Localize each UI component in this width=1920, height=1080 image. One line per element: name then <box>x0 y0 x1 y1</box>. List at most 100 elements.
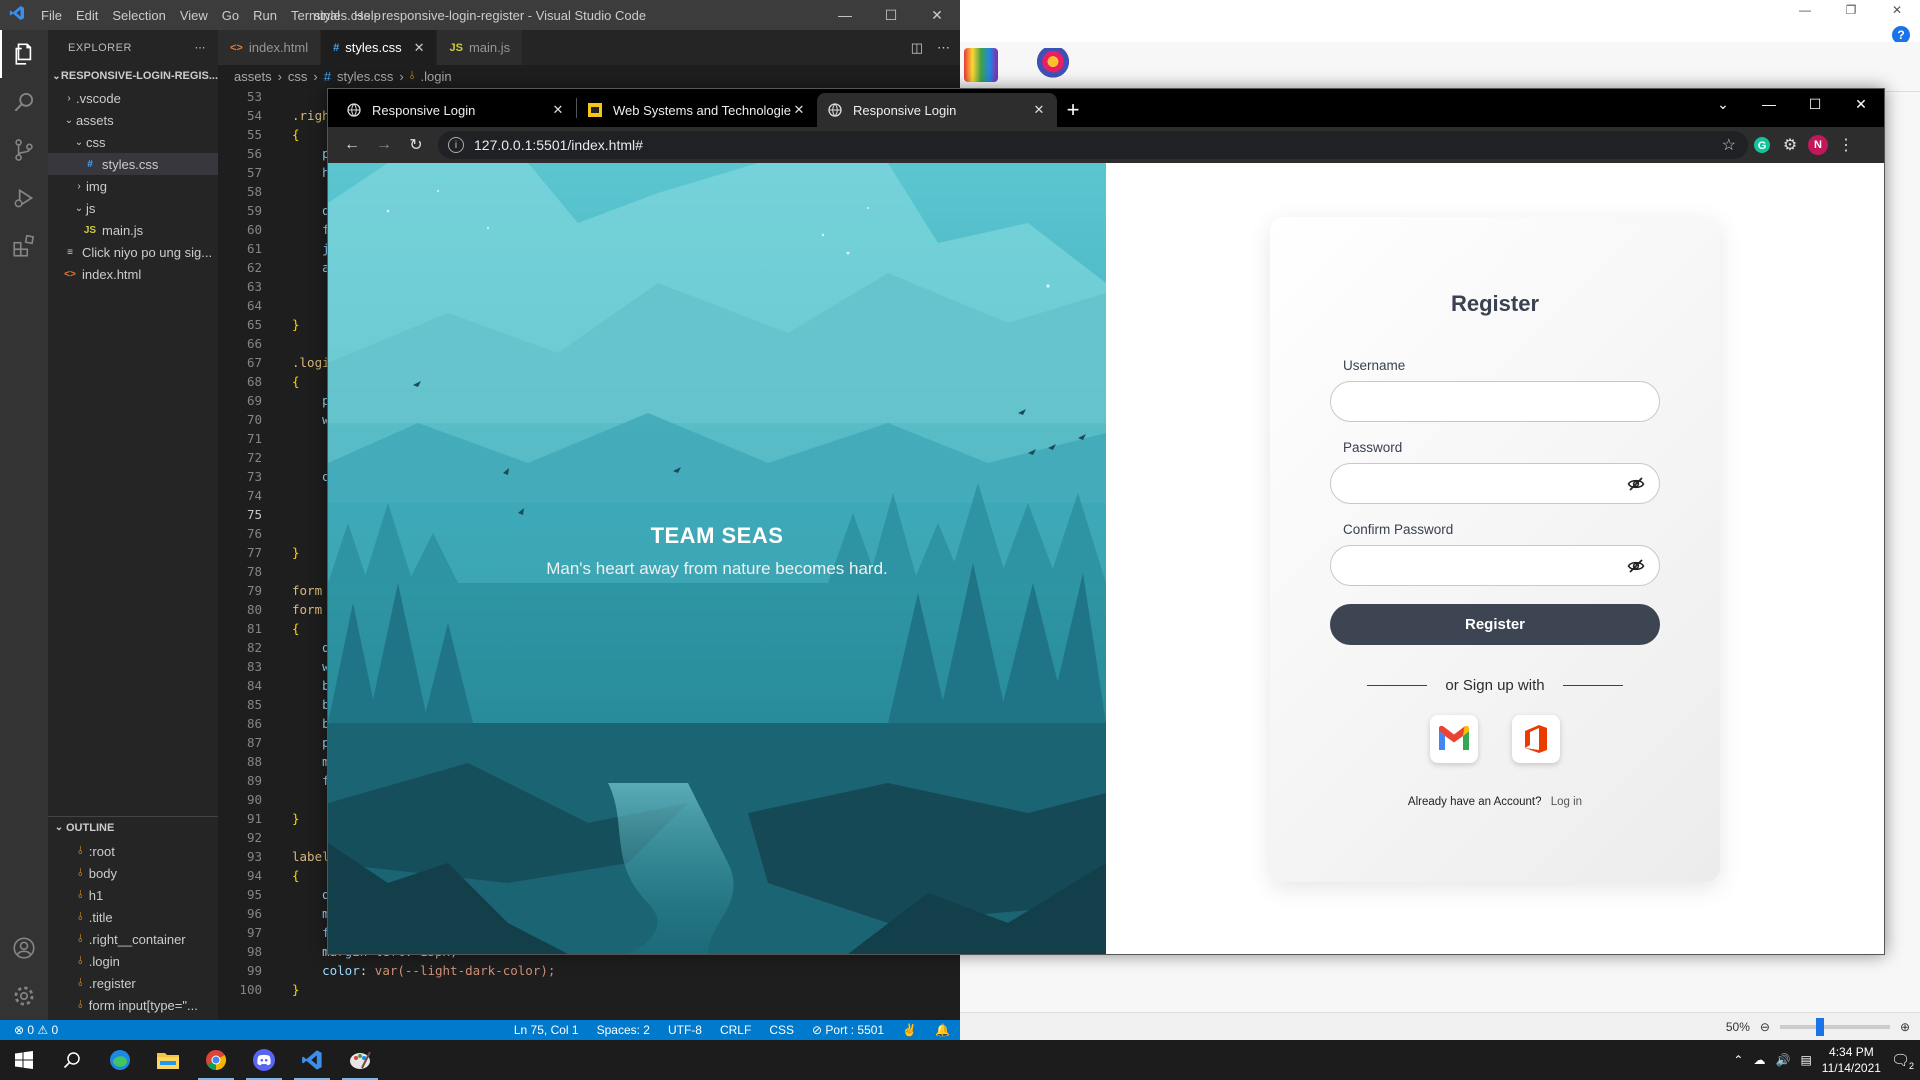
tree-item[interactable]: ⌄ css <box>48 131 218 153</box>
profile-avatar[interactable]: N <box>1804 131 1832 159</box>
onedrive-icon[interactable]: ☁ <box>1753 1053 1765 1067</box>
outline-item[interactable]: ⫰ .login <box>48 950 218 972</box>
browser-tab-active[interactable]: Responsive Login ✕ <box>817 93 1057 127</box>
windows-start-icon[interactable] <box>0 1040 48 1080</box>
clock[interactable]: 4:34 PM 11/14/2021 <box>1822 1044 1881 1076</box>
menu-edit[interactable]: Edit <box>69 8 105 23</box>
extensions-icon[interactable] <box>0 222 48 270</box>
gmail-signup-button[interactable] <box>1430 715 1478 763</box>
kebab-menu-icon[interactable]: ⋮ <box>1832 131 1860 159</box>
indentation[interactable]: Spaces: 2 <box>597 1023 650 1037</box>
volume-icon[interactable]: 🔊 <box>1775 1053 1790 1067</box>
office-signup-button[interactable] <box>1512 715 1560 763</box>
zoom-slider-thumb[interactable] <box>1815 1017 1824 1036</box>
restore-icon[interactable]: ❐ <box>1828 0 1874 20</box>
project-folder[interactable]: ⌄ RESPONSIVE-LOGIN-REGIS... <box>48 65 218 87</box>
explorer-icon[interactable] <box>0 30 48 78</box>
close-tab-icon[interactable]: ✕ <box>1031 102 1047 118</box>
password-input[interactable] <box>1330 463 1660 504</box>
chevron-up-icon[interactable]: ⌃ <box>1733 1053 1743 1067</box>
breadcrumb-item[interactable]: .login <box>420 69 451 84</box>
tab-styles-css[interactable]: # styles.css ✕ <box>321 30 438 65</box>
menu-go[interactable]: Go <box>215 8 246 23</box>
address-bar[interactable]: i 127.0.0.1:5501/index.html# ☆ <box>438 131 1748 159</box>
close-tab-icon[interactable]: ✕ <box>414 40 425 56</box>
close-tab-icon[interactable]: ✕ <box>791 102 807 118</box>
outline-item[interactable]: ⫰ body <box>48 862 218 884</box>
tree-item[interactable]: # styles.css <box>48 153 218 175</box>
register-button[interactable]: Register <box>1330 604 1660 645</box>
tab-search-chevron-icon[interactable]: ⌄ <box>1700 89 1746 119</box>
minimize-icon[interactable]: — <box>822 0 868 30</box>
breadcrumb-item[interactable]: styles.css <box>337 69 393 84</box>
encoding[interactable]: UTF-8 <box>668 1023 702 1037</box>
more-actions-icon[interactable]: ⋯ <box>195 41 207 54</box>
close-icon[interactable]: ✕ <box>1874 0 1920 20</box>
browser-tab[interactable]: Responsive Login ✕ <box>336 93 576 127</box>
forward-arrow-icon[interactable]: → <box>368 131 400 159</box>
reload-icon[interactable]: ↻ <box>400 131 432 159</box>
new-tab-plus-icon[interactable]: + <box>1057 93 1089 127</box>
more-actions-icon[interactable]: ⋯ <box>937 40 950 56</box>
search-icon[interactable] <box>0 78 48 126</box>
zoom-slider[interactable] <box>1779 1017 1890 1036</box>
browser-tab[interactable]: Web Systems and Technologies - ✕ <box>577 93 817 127</box>
outline-header[interactable]: ⌄ OUTLINE <box>48 816 218 838</box>
settings-gear-icon[interactable] <box>0 972 48 1020</box>
problems-indicator[interactable]: ⊗ 0 ⚠ 0 <box>0 1023 58 1037</box>
live-server-port[interactable]: ⊘ Port : 5501 <box>812 1023 884 1037</box>
run-debug-icon[interactable] <box>0 174 48 222</box>
chrome-icon[interactable] <box>192 1040 240 1080</box>
maximize-icon[interactable]: ☐ <box>1792 89 1838 119</box>
outline-item[interactable]: ⫰ .right__container <box>48 928 218 950</box>
eye-slash-icon[interactable] <box>1627 475 1645 493</box>
bookmark-star-icon[interactable]: ☆ <box>1722 135 1736 155</box>
outline-item[interactable]: ⫰ .title <box>48 906 218 928</box>
menu-selection[interactable]: Selection <box>105 8 172 23</box>
menu-terminal[interactable]: Terminal <box>284 8 347 23</box>
notifications-icon[interactable]: 🗨 2 <box>1891 1051 1914 1071</box>
breadcrumb-item[interactable]: css <box>288 69 308 84</box>
tree-item[interactable]: › img <box>48 175 218 197</box>
grammarly-icon[interactable]: G <box>1748 131 1776 159</box>
outline-item[interactable]: ⫰ .register <box>48 972 218 994</box>
zoom-in-icon[interactable]: ⊕ <box>1900 1020 1910 1034</box>
eye-slash-icon[interactable] <box>1627 557 1645 575</box>
paint-app-icon[interactable] <box>336 1040 384 1080</box>
outline-item[interactable]: ⫰ form input[type="... <box>48 994 218 1016</box>
file-explorer-icon[interactable] <box>144 1040 192 1080</box>
minimize-icon[interactable]: — <box>1746 89 1792 119</box>
color-picker-icon[interactable] <box>1036 48 1070 82</box>
bell-icon[interactable]: 🔔 <box>935 1023 950 1037</box>
line-ending[interactable]: CRLF <box>720 1023 751 1037</box>
color-palette-icon[interactable] <box>964 48 998 82</box>
language-mode[interactable]: CSS <box>769 1023 794 1037</box>
close-icon[interactable]: ✕ <box>914 0 960 30</box>
search-icon[interactable] <box>48 1040 96 1080</box>
outline-item[interactable]: ⫰ h1 <box>48 884 218 906</box>
tab-main-js[interactable]: JS main.js <box>437 30 524 65</box>
info-icon[interactable]: i <box>448 137 464 153</box>
menu-view[interactable]: View <box>173 8 215 23</box>
maximize-icon[interactable]: ☐ <box>868 0 914 30</box>
close-icon[interactable]: ✕ <box>1838 89 1884 119</box>
tree-item[interactable]: › .vscode <box>48 87 218 109</box>
extensions-puzzle-icon[interactable]: ⚙ <box>1776 131 1804 159</box>
feedback-icon[interactable]: ✌ <box>902 1023 917 1037</box>
account-icon[interactable] <box>0 924 48 972</box>
split-editor-icon[interactable]: ◫ <box>911 40 923 56</box>
source-control-icon[interactable] <box>0 126 48 174</box>
outline-item[interactable]: ⫰:root <box>48 840 218 862</box>
zoom-out-icon[interactable]: ⊖ <box>1760 1020 1770 1034</box>
login-link[interactable]: Log in <box>1551 796 1582 808</box>
vscode-taskbar-icon[interactable] <box>288 1040 336 1080</box>
breadcrumb-item[interactable]: assets <box>234 69 272 84</box>
tree-item[interactable]: JS main.js <box>48 219 218 241</box>
tree-item[interactable]: ⌄ js <box>48 197 218 219</box>
confirm-password-input[interactable] <box>1330 545 1660 586</box>
minimize-icon[interactable]: — <box>1782 0 1828 20</box>
menu-help[interactable]: Help <box>347 8 388 23</box>
username-input[interactable] <box>1330 381 1660 422</box>
discord-icon[interactable] <box>240 1040 288 1080</box>
network-icon[interactable]: ▤ <box>1800 1053 1811 1067</box>
